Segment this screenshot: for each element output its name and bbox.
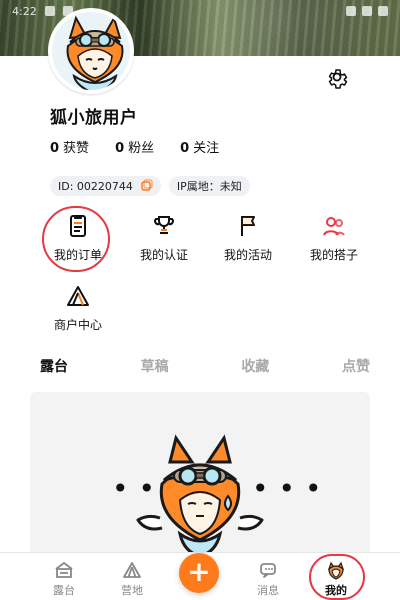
plus-icon: + bbox=[187, 555, 211, 588]
trophy-icon bbox=[150, 212, 178, 240]
nav-terrace-label: 露台 bbox=[53, 584, 75, 597]
status-time: 4:22 bbox=[12, 4, 37, 18]
flag-icon bbox=[234, 212, 262, 240]
empty-state-panel: ••• ••• bbox=[30, 392, 370, 562]
add-button[interactable]: + bbox=[179, 553, 219, 593]
followers-count: 0 bbox=[115, 141, 125, 156]
copy-id-button[interactable] bbox=[139, 179, 153, 193]
wifi-icon bbox=[346, 6, 356, 16]
fox-illustration bbox=[136, 434, 264, 558]
tab-terrace[interactable]: 露台 bbox=[40, 356, 68, 380]
followers-label: 粉丝 bbox=[128, 141, 155, 156]
nav-camp[interactable]: 营地 bbox=[102, 559, 162, 600]
followers-stat[interactable]: 0 粉丝 bbox=[115, 137, 154, 156]
status-left: 4:22 bbox=[12, 5, 73, 18]
user-id-badge: ID: 00220744 bbox=[50, 176, 161, 196]
users-icon bbox=[320, 212, 348, 240]
settings-button[interactable] bbox=[322, 62, 352, 92]
my-certification-label: 我的认证 bbox=[139, 248, 188, 262]
following-count: 0 bbox=[180, 141, 190, 156]
my-orders-label: 我的订单 bbox=[53, 248, 102, 262]
message-icon bbox=[257, 559, 279, 581]
nav-messages-label: 消息 bbox=[257, 584, 279, 597]
nav-camp-label: 营地 bbox=[121, 584, 143, 597]
tab-favorites[interactable]: 收藏 bbox=[241, 356, 269, 380]
following-stat[interactable]: 0 关注 bbox=[180, 137, 219, 156]
signal-icon bbox=[362, 6, 372, 16]
avatar[interactable] bbox=[48, 8, 134, 94]
profile-stats: 0 获赞 0 粉丝 0 关注 bbox=[50, 137, 219, 156]
merchant-icon bbox=[64, 282, 92, 310]
nav-messages[interactable]: 消息 bbox=[238, 559, 298, 600]
profile-content-tabs: 露台 草稿 收藏 点赞 bbox=[40, 356, 370, 380]
nav-profile[interactable]: 我的 bbox=[306, 559, 366, 600]
camp-icon bbox=[53, 559, 75, 581]
nav-terrace[interactable]: 露台 bbox=[34, 559, 94, 600]
quick-actions-grid: 我的订单 我的认证 我的活动 我的搭子 商户中心 bbox=[36, 206, 376, 332]
status-bar: 4:22 bbox=[0, 0, 400, 22]
following-label: 关注 bbox=[193, 141, 220, 156]
profile-fox-icon bbox=[325, 559, 347, 581]
merchant-center-action[interactable]: 商户中心 bbox=[36, 282, 120, 346]
nav-profile-label: 我的 bbox=[325, 584, 347, 597]
merchant-center-label: 商户中心 bbox=[53, 318, 102, 332]
tent-icon bbox=[121, 559, 143, 581]
battery-icon bbox=[378, 6, 388, 16]
likes-label: 获赞 bbox=[63, 141, 90, 156]
profile-badges: ID: 00220744 IP属地：未知 bbox=[50, 176, 250, 196]
fox-avatar-illustration bbox=[52, 12, 130, 90]
tab-likes[interactable]: 点赞 bbox=[342, 356, 370, 380]
user-id-text: ID: 00220744 bbox=[58, 179, 133, 193]
my-certification-action[interactable]: 我的认证 bbox=[122, 212, 206, 276]
likes-stat[interactable]: 0 获赞 bbox=[50, 137, 89, 156]
tab-drafts[interactable]: 草稿 bbox=[141, 356, 169, 380]
copy-icon bbox=[141, 179, 153, 191]
ip-location-text: IP属地：未知 bbox=[176, 180, 242, 193]
my-activities-label: 我的活动 bbox=[223, 248, 272, 262]
my-buddies-action[interactable]: 我的搭子 bbox=[292, 212, 376, 276]
my-orders-action[interactable]: 我的订单 bbox=[36, 212, 120, 276]
order-icon bbox=[64, 212, 92, 240]
ip-location-badge: IP属地：未知 bbox=[168, 176, 250, 196]
likes-count: 0 bbox=[50, 141, 60, 156]
download-status-icon bbox=[44, 6, 55, 16]
my-activities-action[interactable]: 我的活动 bbox=[206, 212, 290, 276]
username: 狐小旅用户 bbox=[50, 108, 138, 128]
gear-icon bbox=[328, 69, 348, 89]
status-right bbox=[346, 6, 388, 16]
my-buddies-label: 我的搭子 bbox=[309, 248, 358, 262]
